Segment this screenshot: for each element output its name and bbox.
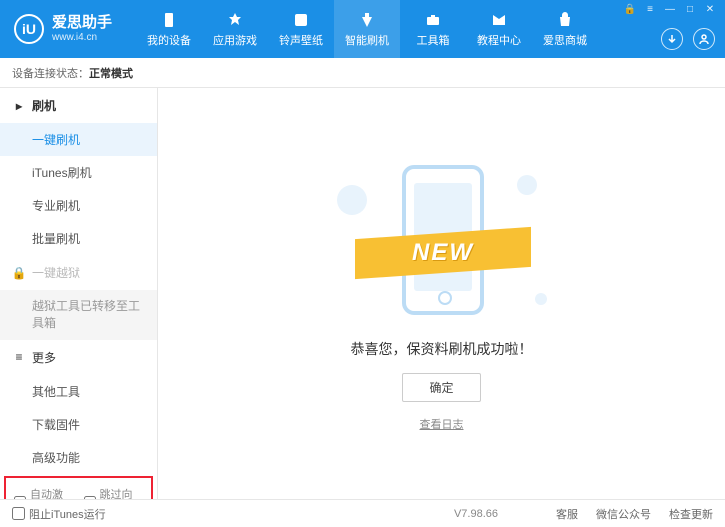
window-controls: 🔒 ≡ — □ ✕ <box>623 4 717 15</box>
sidebar-item-itunes-flash[interactable]: iTunes刷机 <box>0 156 157 189</box>
lock-icon[interactable]: 🔒 <box>623 4 637 15</box>
menu-icon[interactable]: ≡ <box>643 4 657 15</box>
checkbox-label: 自动激活 <box>30 486 74 499</box>
footer-link-support[interactable]: 客服 <box>556 506 578 522</box>
nav-tutorials[interactable]: 教程中心 <box>466 0 532 58</box>
tutorial-icon <box>489 11 509 29</box>
app-url: www.i4.cn <box>52 32 112 43</box>
sidebar-jailbreak-note: 越狱工具已转移至工具箱 <box>0 290 157 340</box>
nav-apps-games[interactable]: 应用游戏 <box>202 0 268 58</box>
app-logo: iU 爱思助手 www.i4.cn <box>0 14 126 44</box>
footer-link-wechat[interactable]: 微信公众号 <box>596 506 651 522</box>
app-name: 爱思助手 <box>52 15 112 32</box>
logo-icon: iU <box>14 14 44 44</box>
success-message: 恭喜您，保资料刷机成功啦！ <box>351 339 533 359</box>
checkbox-label: 阻止iTunes运行 <box>29 506 106 522</box>
ringtone-icon <box>291 11 311 29</box>
nav-label: 铃声壁纸 <box>279 32 323 48</box>
status-label: 设备连接状态： <box>12 65 89 81</box>
nav-my-device[interactable]: 我的设备 <box>136 0 202 58</box>
nav-ringtones[interactable]: 铃声壁纸 <box>268 0 334 58</box>
sidebar-item-other-tools[interactable]: 其他工具 <box>0 375 157 408</box>
footer: 阻止iTunes运行 V7.98.66 客服 微信公众号 检查更新 <box>0 499 725 527</box>
nav-toolbox[interactable]: 工具箱 <box>400 0 466 58</box>
minimize-icon[interactable]: — <box>663 4 677 15</box>
sidebar-item-onekey-flash[interactable]: 一键刷机 <box>0 123 157 156</box>
ribbon-text: NEW <box>412 239 474 267</box>
close-icon[interactable]: ✕ <box>703 4 717 15</box>
nav-label: 教程中心 <box>477 32 521 48</box>
sidebar-section-flash[interactable]: ▸ 刷机 <box>0 88 157 123</box>
sidebar-section-more[interactable]: ≡ 更多 <box>0 340 157 375</box>
nav-label: 爱思商城 <box>543 32 587 48</box>
new-ribbon: NEW <box>355 227 531 279</box>
flash-section-icon: ▸ <box>12 99 26 113</box>
section-title: 刷机 <box>32 97 56 114</box>
nav-smart-flash[interactable]: 智能刷机 <box>334 0 400 58</box>
view-log-link[interactable]: 查看日志 <box>420 416 464 432</box>
sidebar-options-box: 自动激活 跳过向导 <box>4 476 153 499</box>
checkbox-label: 跳过向导 <box>100 486 144 499</box>
download-button[interactable] <box>661 28 683 50</box>
section-title: 一键越狱 <box>32 264 80 281</box>
flash-icon <box>357 11 377 29</box>
nav-store[interactable]: 爱思商城 <box>532 0 598 58</box>
main-content: NEW 恭喜您，保资料刷机成功啦！ 确定 查看日志 <box>158 88 725 499</box>
device-icon <box>159 11 179 29</box>
checkbox-auto-activate[interactable]: 自动激活 <box>14 486 74 499</box>
ok-button[interactable]: 确定 <box>402 373 480 402</box>
toolbox-icon <box>423 11 443 29</box>
section-title: 更多 <box>32 349 56 366</box>
status-bar: 设备连接状态： 正常模式 <box>0 58 725 88</box>
checkbox-block-itunes[interactable]: 阻止iTunes运行 <box>12 506 106 522</box>
nav-label: 应用游戏 <box>213 32 257 48</box>
status-value: 正常模式 <box>89 65 133 81</box>
top-nav: 我的设备 应用游戏 铃声壁纸 智能刷机 工具箱 教程中心 爱思商城 <box>136 0 598 58</box>
more-icon: ≡ <box>12 350 26 364</box>
success-illustration: NEW <box>337 155 547 325</box>
app-header: 🔒 ≡ — □ ✕ iU 爱思助手 www.i4.cn 我的设备 应用游戏 铃声… <box>0 0 725 58</box>
apps-icon <box>225 11 245 29</box>
version-label: V7.98.66 <box>454 508 498 520</box>
sidebar-section-jailbreak: 🔒 一键越狱 <box>0 255 157 290</box>
nav-label: 我的设备 <box>147 32 191 48</box>
lock-icon: 🔒 <box>12 266 26 280</box>
checkbox-skip-guide[interactable]: 跳过向导 <box>84 486 144 499</box>
sidebar-item-advanced[interactable]: 高级功能 <box>0 441 157 474</box>
user-button[interactable] <box>693 28 715 50</box>
sidebar-item-download-firmware[interactable]: 下载固件 <box>0 408 157 441</box>
sidebar-item-batch-flash[interactable]: 批量刷机 <box>0 222 157 255</box>
footer-link-update[interactable]: 检查更新 <box>669 506 713 522</box>
maximize-icon[interactable]: □ <box>683 4 697 15</box>
nav-label: 工具箱 <box>417 32 450 48</box>
store-icon <box>555 11 575 29</box>
sidebar-item-pro-flash[interactable]: 专业刷机 <box>0 189 157 222</box>
nav-label: 智能刷机 <box>345 32 389 48</box>
sidebar: ▸ 刷机 一键刷机 iTunes刷机 专业刷机 批量刷机 🔒 一键越狱 越狱工具… <box>0 88 158 499</box>
